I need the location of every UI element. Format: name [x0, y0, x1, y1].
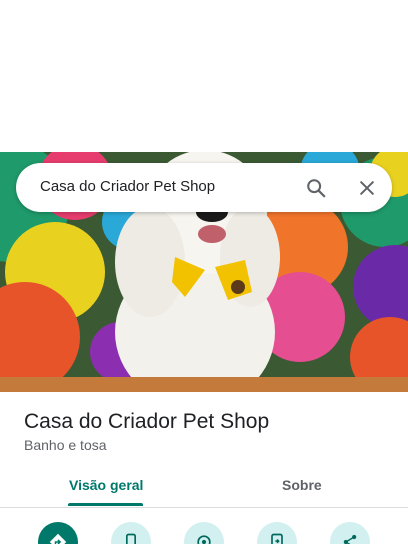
directions-button[interactable] — [38, 522, 78, 544]
tab-bar: Visão geral Sobre — [0, 466, 408, 508]
tab-overview[interactable]: Visão geral — [69, 477, 143, 493]
phone-icon — [126, 533, 136, 544]
active-tab-indicator — [68, 503, 143, 506]
location-icon — [197, 535, 211, 544]
search-icon[interactable] — [303, 175, 329, 201]
send-to-phone-button[interactable] — [257, 522, 297, 544]
search-query[interactable]: Casa do Criador Pet Shop — [40, 178, 215, 195]
place-category: Banho e tosa — [24, 437, 107, 453]
search-bar[interactable]: Casa do Criador Pet Shop — [16, 163, 392, 212]
tab-about[interactable]: Sobre — [282, 477, 322, 493]
call-button[interactable] — [111, 522, 151, 544]
share-icon — [343, 534, 357, 544]
place-title: Casa do Criador Pet Shop — [24, 410, 270, 433]
place-details-screen: Casa do Criador Pet Shop Casa do Criador… — [0, 0, 408, 544]
directions-icon — [49, 533, 67, 544]
close-icon[interactable] — [354, 175, 380, 201]
nearby-button[interactable] — [184, 522, 224, 544]
send-to-phone-icon — [271, 533, 283, 544]
share-button[interactable] — [330, 522, 370, 544]
